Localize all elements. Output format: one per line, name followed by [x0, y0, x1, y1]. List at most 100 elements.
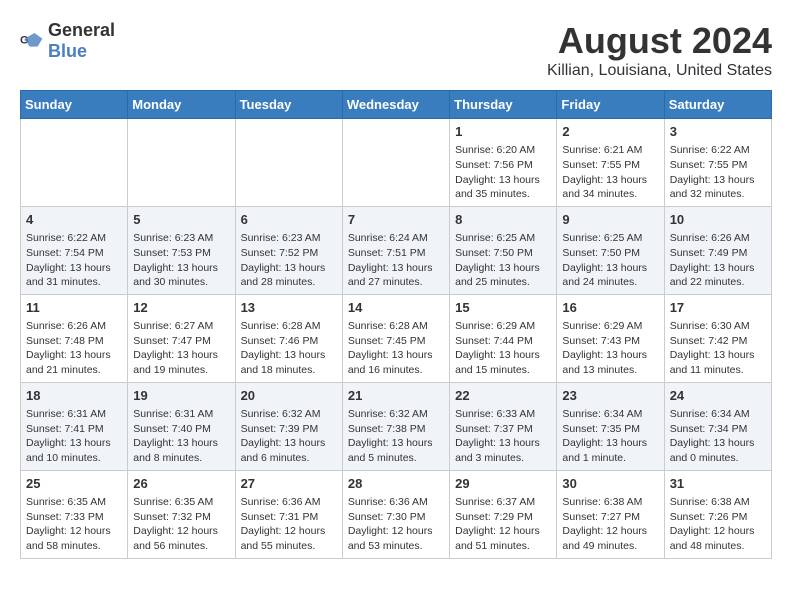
logo-icon: G	[20, 29, 44, 53]
day-info: Sunrise: 6:31 AM Sunset: 7:40 PM Dayligh…	[133, 407, 229, 466]
day-info: Sunrise: 6:25 AM Sunset: 7:50 PM Dayligh…	[455, 231, 551, 290]
calendar-cell: 3 Sunrise: 6:22 AM Sunset: 7:55 PM Daylig…	[664, 119, 771, 207]
day-number: 16	[562, 299, 658, 317]
day-info: Sunrise: 6:26 AM Sunset: 7:49 PM Dayligh…	[670, 231, 766, 290]
calendar-cell: 2 Sunrise: 6:21 AM Sunset: 7:55 PM Daylig…	[557, 119, 664, 207]
calendar-cell: 1 Sunrise: 6:20 AM Sunset: 7:56 PM Daylig…	[450, 119, 557, 207]
calendar-cell: 12 Sunrise: 6:27 AM Sunset: 7:47 PM Dayli…	[128, 294, 235, 382]
calendar-cell: 4 Sunrise: 6:22 AM Sunset: 7:54 PM Daylig…	[21, 206, 128, 294]
day-info: Sunrise: 6:24 AM Sunset: 7:51 PM Dayligh…	[348, 231, 444, 290]
day-info: Sunrise: 6:23 AM Sunset: 7:53 PM Dayligh…	[133, 231, 229, 290]
calendar-cell: 19 Sunrise: 6:31 AM Sunset: 7:40 PM Dayli…	[128, 382, 235, 470]
day-number: 18	[26, 387, 122, 405]
column-header-saturday: Saturday	[664, 91, 771, 119]
day-number: 27	[241, 475, 337, 493]
logo-blue-text: Blue	[48, 41, 87, 61]
calendar-cell	[21, 119, 128, 207]
location-title: Killian, Louisiana, United States	[547, 62, 772, 80]
calendar-cell: 31Sunrise: 6:38 AM Sunset: 7:26 PM Dayli…	[664, 470, 771, 558]
calendar-cell	[235, 119, 342, 207]
day-number: 14	[348, 299, 444, 317]
column-header-friday: Friday	[557, 91, 664, 119]
calendar-cell: 20 Sunrise: 6:32 AM Sunset: 7:39 PM Dayli…	[235, 382, 342, 470]
day-info: Sunrise: 6:26 AM Sunset: 7:48 PM Dayligh…	[26, 319, 122, 378]
calendar-cell: 25Sunrise: 6:35 AM Sunset: 7:33 PM Dayli…	[21, 470, 128, 558]
day-number: 19	[133, 387, 229, 405]
logo-general-text: General	[48, 20, 115, 40]
day-number: 22	[455, 387, 551, 405]
day-number: 17	[670, 299, 766, 317]
day-number: 8	[455, 211, 551, 229]
calendar-cell: 22Sunrise: 6:33 AM Sunset: 7:37 PM Dayli…	[450, 382, 557, 470]
day-number: 20	[241, 387, 337, 405]
day-number: 13	[241, 299, 337, 317]
week-row-3: 11Sunrise: 6:26 AM Sunset: 7:48 PM Dayli…	[21, 294, 772, 382]
day-info: Sunrise: 6:22 AM Sunset: 7:55 PM Dayligh…	[670, 143, 766, 202]
calendar-cell: 5Sunrise: 6:23 AM Sunset: 7:53 PM Daylig…	[128, 206, 235, 294]
day-info: Sunrise: 6:21 AM Sunset: 7:55 PM Dayligh…	[562, 143, 658, 202]
day-number: 9	[562, 211, 658, 229]
calendar-cell: 27 Sunrise: 6:36 AM Sunset: 7:31 PM Dayli…	[235, 470, 342, 558]
day-info: Sunrise: 6:29 AM Sunset: 7:43 PM Dayligh…	[562, 319, 658, 378]
day-number: 12	[133, 299, 229, 317]
day-info: Sunrise: 6:32 AM Sunset: 7:39 PM Dayligh…	[241, 407, 337, 466]
calendar-cell: 9 Sunrise: 6:25 AM Sunset: 7:50 PM Daylig…	[557, 206, 664, 294]
logo: G General Blue	[20, 20, 115, 62]
day-number: 21	[348, 387, 444, 405]
day-number: 7	[348, 211, 444, 229]
calendar-cell: 23Sunrise: 6:34 AM Sunset: 7:35 PM Dayli…	[557, 382, 664, 470]
day-info: Sunrise: 6:34 AM Sunset: 7:35 PM Dayligh…	[562, 407, 658, 466]
day-number: 1	[455, 123, 551, 141]
day-info: Sunrise: 6:36 AM Sunset: 7:30 PM Dayligh…	[348, 495, 444, 554]
day-number: 15	[455, 299, 551, 317]
day-number: 26	[133, 475, 229, 493]
day-info: Sunrise: 6:30 AM Sunset: 7:42 PM Dayligh…	[670, 319, 766, 378]
day-info: Sunrise: 6:23 AM Sunset: 7:52 PM Dayligh…	[241, 231, 337, 290]
day-number: 31	[670, 475, 766, 493]
calendar-cell: 16 Sunrise: 6:29 AM Sunset: 7:43 PM Dayli…	[557, 294, 664, 382]
header: G General Blue August 2024 Killian, Loui…	[20, 20, 772, 80]
column-header-monday: Monday	[128, 91, 235, 119]
day-info: Sunrise: 6:27 AM Sunset: 7:47 PM Dayligh…	[133, 319, 229, 378]
calendar-cell: 30 Sunrise: 6:38 AM Sunset: 7:27 PM Dayli…	[557, 470, 664, 558]
day-info: Sunrise: 6:34 AM Sunset: 7:34 PM Dayligh…	[670, 407, 766, 466]
calendar-cell: 8 Sunrise: 6:25 AM Sunset: 7:50 PM Daylig…	[450, 206, 557, 294]
calendar-cell: 24Sunrise: 6:34 AM Sunset: 7:34 PM Dayli…	[664, 382, 771, 470]
calendar-cell: 15 Sunrise: 6:29 AM Sunset: 7:44 PM Dayli…	[450, 294, 557, 382]
day-info: Sunrise: 6:31 AM Sunset: 7:41 PM Dayligh…	[26, 407, 122, 466]
column-header-sunday: Sunday	[21, 91, 128, 119]
day-number: 10	[670, 211, 766, 229]
day-number: 25	[26, 475, 122, 493]
day-info: Sunrise: 6:36 AM Sunset: 7:31 PM Dayligh…	[241, 495, 337, 554]
calendar-cell: 7 Sunrise: 6:24 AM Sunset: 7:51 PM Daylig…	[342, 206, 449, 294]
calendar-cell: 11Sunrise: 6:26 AM Sunset: 7:48 PM Dayli…	[21, 294, 128, 382]
calendar-header-row: SundayMondayTuesdayWednesdayThursdayFrid…	[21, 91, 772, 119]
day-number: 2	[562, 123, 658, 141]
column-header-thursday: Thursday	[450, 91, 557, 119]
day-info: Sunrise: 6:29 AM Sunset: 7:44 PM Dayligh…	[455, 319, 551, 378]
day-info: Sunrise: 6:38 AM Sunset: 7:27 PM Dayligh…	[562, 495, 658, 554]
day-info: Sunrise: 6:22 AM Sunset: 7:54 PM Dayligh…	[26, 231, 122, 290]
day-info: Sunrise: 6:35 AM Sunset: 7:32 PM Dayligh…	[133, 495, 229, 554]
week-row-1: 1 Sunrise: 6:20 AM Sunset: 7:56 PM Daylig…	[21, 119, 772, 207]
calendar-cell: 13Sunrise: 6:28 AM Sunset: 7:46 PM Dayli…	[235, 294, 342, 382]
day-number: 29	[455, 475, 551, 493]
title-area: August 2024 Killian, Louisiana, United S…	[547, 20, 772, 80]
day-number: 3	[670, 123, 766, 141]
calendar-cell: 18 Sunrise: 6:31 AM Sunset: 7:41 PM Dayli…	[21, 382, 128, 470]
day-number: 4	[26, 211, 122, 229]
day-info: Sunrise: 6:20 AM Sunset: 7:56 PM Dayligh…	[455, 143, 551, 202]
day-info: Sunrise: 6:25 AM Sunset: 7:50 PM Dayligh…	[562, 231, 658, 290]
calendar-cell: 10 Sunrise: 6:26 AM Sunset: 7:49 PM Dayli…	[664, 206, 771, 294]
day-number: 30	[562, 475, 658, 493]
column-header-wednesday: Wednesday	[342, 91, 449, 119]
day-info: Sunrise: 6:32 AM Sunset: 7:38 PM Dayligh…	[348, 407, 444, 466]
calendar-cell	[128, 119, 235, 207]
calendar-cell: 28 Sunrise: 6:36 AM Sunset: 7:30 PM Dayli…	[342, 470, 449, 558]
week-row-2: 4 Sunrise: 6:22 AM Sunset: 7:54 PM Daylig…	[21, 206, 772, 294]
calendar-cell	[342, 119, 449, 207]
day-number: 28	[348, 475, 444, 493]
calendar-cell: 6Sunrise: 6:23 AM Sunset: 7:52 PM Daylig…	[235, 206, 342, 294]
day-info: Sunrise: 6:28 AM Sunset: 7:45 PM Dayligh…	[348, 319, 444, 378]
day-info: Sunrise: 6:37 AM Sunset: 7:29 PM Dayligh…	[455, 495, 551, 554]
